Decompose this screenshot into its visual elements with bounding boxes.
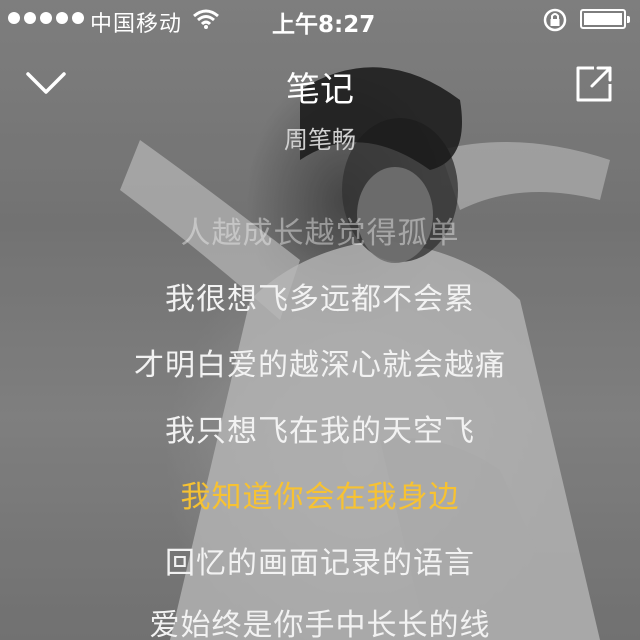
lyric-line[interactable]: 人越成长越觉得孤单 — [0, 208, 640, 252]
lyric-line[interactable]: 我很想飞多远都不会累 — [0, 274, 640, 318]
lyric-line[interactable]: 才明白爱的越深心就会越痛 — [0, 340, 640, 384]
lyric-line[interactable]: 回忆的画面记录的语言 — [0, 538, 640, 582]
lyric-line[interactable]: 我只想飞在我的天空飞 — [0, 406, 640, 450]
lyric-line-current[interactable]: 我知道你会在我身边 — [0, 472, 640, 516]
lyric-line[interactable]: 爱始终是你手中长长的线 — [0, 600, 640, 640]
lyrics-list: 人越成长越觉得孤单 我很想飞多远都不会累 才明白爱的越深心就会越痛 我只想飞在我… — [0, 0, 640, 640]
player-screen: 中国移动 上午8:27 笔记 周笔畅 人越成长越觉得孤单 我很想飞多远都不会累 … — [0, 0, 640, 640]
